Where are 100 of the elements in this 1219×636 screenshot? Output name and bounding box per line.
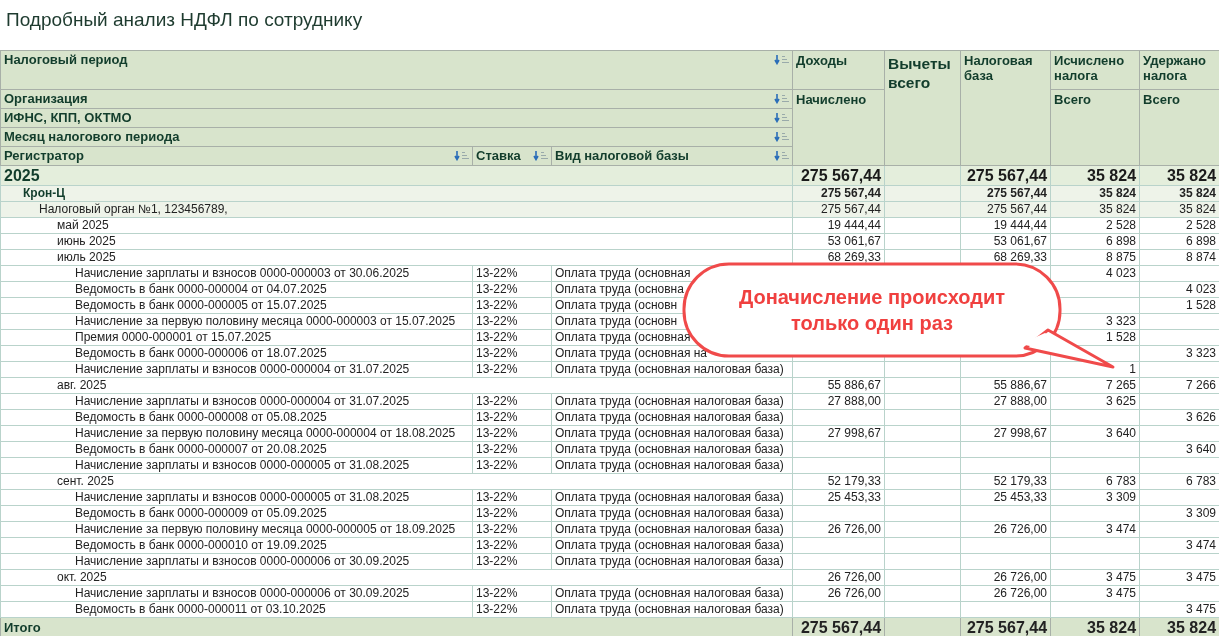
amount-cell: 26 726,00 [792,585,885,602]
column-header: Всего [1139,89,1219,166]
column-header: Организация [4,91,88,106]
row-label: Начисление зарплаты и взносов 0000-000004 от 31.07.2025 [0,393,473,410]
amount-cell: 26 726,00 [960,569,1051,586]
row-label: окт. 2025 [0,569,793,586]
amount-cell: 1 528 [1139,297,1219,314]
amount-cell: 53 061,67 [960,233,1051,250]
amount-cell: 52 179,33 [960,473,1051,490]
tax-base-type-cell: Оплата труда (основная налоговая база) [551,537,793,554]
amount-cell: 3 475 [1139,601,1219,618]
row-label: Начисление зарплаты и взносов 0000-000006 от 30.09.2025 [0,585,473,602]
tax-base-type-cell: Оплата труда (основная налоговая база) [551,585,793,602]
amount-cell: 26 726,00 [792,521,885,538]
rate-cell: 13-22% [472,521,552,538]
row-label: Начисление за первую половину месяца 0000-000004 от 18.08.2025 [0,425,473,442]
amount-cell: 25 453,33 [960,489,1051,506]
tax-base-type-cell: Оплата труда (основная налоговая база) [551,393,793,410]
amount-cell: 26 726,00 [960,585,1051,602]
column-header: Налоговый период [4,52,128,67]
amount-cell: 52 179,33 [792,473,885,490]
rate-cell: 13-22% [472,281,552,298]
row-label: Начисление за первую половину месяца 0000-000005 от 18.09.2025 [0,521,473,538]
amount-cell: 25 453,33 [792,489,885,506]
row-label: Начисление зарплаты и взносов 0000-000005 от 31.08.2025 [0,489,473,506]
rate-cell: 13-22% [472,329,552,346]
tax-base-type-cell: Оплата труда (основная налоговая база) [551,505,793,522]
amount-cell: 6 783 [1139,473,1219,490]
amount-cell: 3 475 [1050,585,1140,602]
row-label: Ведомость в банк 0000-000008 от 05.08.2025 [0,409,473,426]
amount-cell: 3 640 [1050,425,1140,442]
amount-cell: 3 323 [1139,345,1219,362]
amount-cell: 3 475 [1050,569,1140,586]
rate-cell: 13-22% [472,505,552,522]
column-header: Начислено [792,89,885,166]
amount-cell: 3 309 [1050,489,1140,506]
sort-icon[interactable] [774,94,790,104]
amount-cell: 26 726,00 [960,521,1051,538]
column-header: Месяц налогового периода [4,129,180,144]
tax-base-type-cell: Оплата труда (основная налоговая база) [551,553,793,570]
rate-cell: 13-22% [472,313,552,330]
amount-cell: 3 475 [1139,569,1219,586]
row-label: Ведомость в банк 0000-000009 от 05.09.2025 [0,505,473,522]
column-header: Регистратор [4,148,84,163]
column-header: ИФНС, КПП, ОКТМО [4,110,132,125]
tax-base-type-cell: Оплата труда (основная налоговая база) [551,457,793,474]
rate-cell: 13-22% [472,297,552,314]
amount-cell: 3 474 [1139,537,1219,554]
rate-cell: 13-22% [472,425,552,442]
row-label: Ведомость в банк 0000-000011 от 03.10.2025 [0,601,473,618]
sort-icon[interactable] [774,132,790,142]
amount-cell: 4 023 [1139,281,1219,298]
row-label: Начисление зарплаты и взносов 0000-000003 от 30.06.2025 [0,265,473,282]
column-header: Удержано налога [1139,50,1219,90]
tax-base-type-cell: Оплата труда (основная налоговая база) [551,441,793,458]
amount-cell: 53 061,67 [792,233,885,250]
rate-cell: 13-22% [472,457,552,474]
sort-icon[interactable] [454,151,469,161]
tax-base-type-cell: Оплата труда (основная налоговая база) [551,361,793,378]
row-label: июнь 2025 [0,233,793,250]
row-label: Начисление за первую половину месяца 0000-000003 от 15.07.2025 [0,313,473,330]
rate-cell: 13-22% [472,409,552,426]
sort-icon[interactable] [774,113,790,123]
amount-cell: 6 783 [1050,473,1140,490]
amount-cell: 6 898 [1050,233,1140,250]
tax-base-type-cell: Оплата труда (основная налоговая база) [551,425,793,442]
rate-cell: 13-22% [472,393,552,410]
amount-cell: 27 998,67 [792,425,885,442]
column-header: Налоговая база [960,50,1051,166]
rate-cell: 13-22% [472,601,552,618]
amount-cell: 7 266 [1139,377,1219,394]
row-label: Ведомость в банк 0000-000004 от 04.07.2025 [0,281,473,298]
sort-icon[interactable] [774,151,790,161]
row-label: Ведомость в банк 0000-000007 от 20.08.2025 [0,441,473,458]
amount-cell: 2 528 [1139,217,1219,234]
tax-base-type-cell: Оплата труда (основная налоговая база) [551,489,793,506]
row-label: авг. 2025 [0,377,793,394]
column-header: Всего [1050,89,1140,166]
amount-cell: 3 640 [1139,441,1219,458]
amount-cell: 26 726,00 [792,569,885,586]
row-label: Премия 0000-000001 от 15.07.2025 [0,329,473,346]
amount-cell: 27 888,00 [960,393,1051,410]
sort-icon[interactable] [533,151,548,161]
tax-base-type-cell: Оплата труда (основная налоговая база) [551,409,793,426]
amount-cell: 6 898 [1139,233,1219,250]
row-label: Ведомость в банк 0000-000005 от 15.07.2025 [0,297,473,314]
amount-cell: 3 309 [1139,505,1219,522]
amount-cell: 55 886,67 [792,377,885,394]
amount-cell: 3 626 [1139,409,1219,426]
rate-cell: 13-22% [472,537,552,554]
amount-cell: 8 874 [1139,249,1219,266]
rate-cell: 13-22% [472,441,552,458]
sort-icon[interactable] [774,55,790,65]
amount-cell: 4 023 [1050,265,1140,282]
tax-base-type-cell: Оплата труда (основная налоговая база) [551,521,793,538]
rate-cell: 13-22% [472,585,552,602]
row-label: сент. 2025 [0,473,793,490]
amount-cell: 27 888,00 [792,393,885,410]
amount-cell: 2 528 [1050,217,1140,234]
rate-cell: 13-22% [472,553,552,570]
